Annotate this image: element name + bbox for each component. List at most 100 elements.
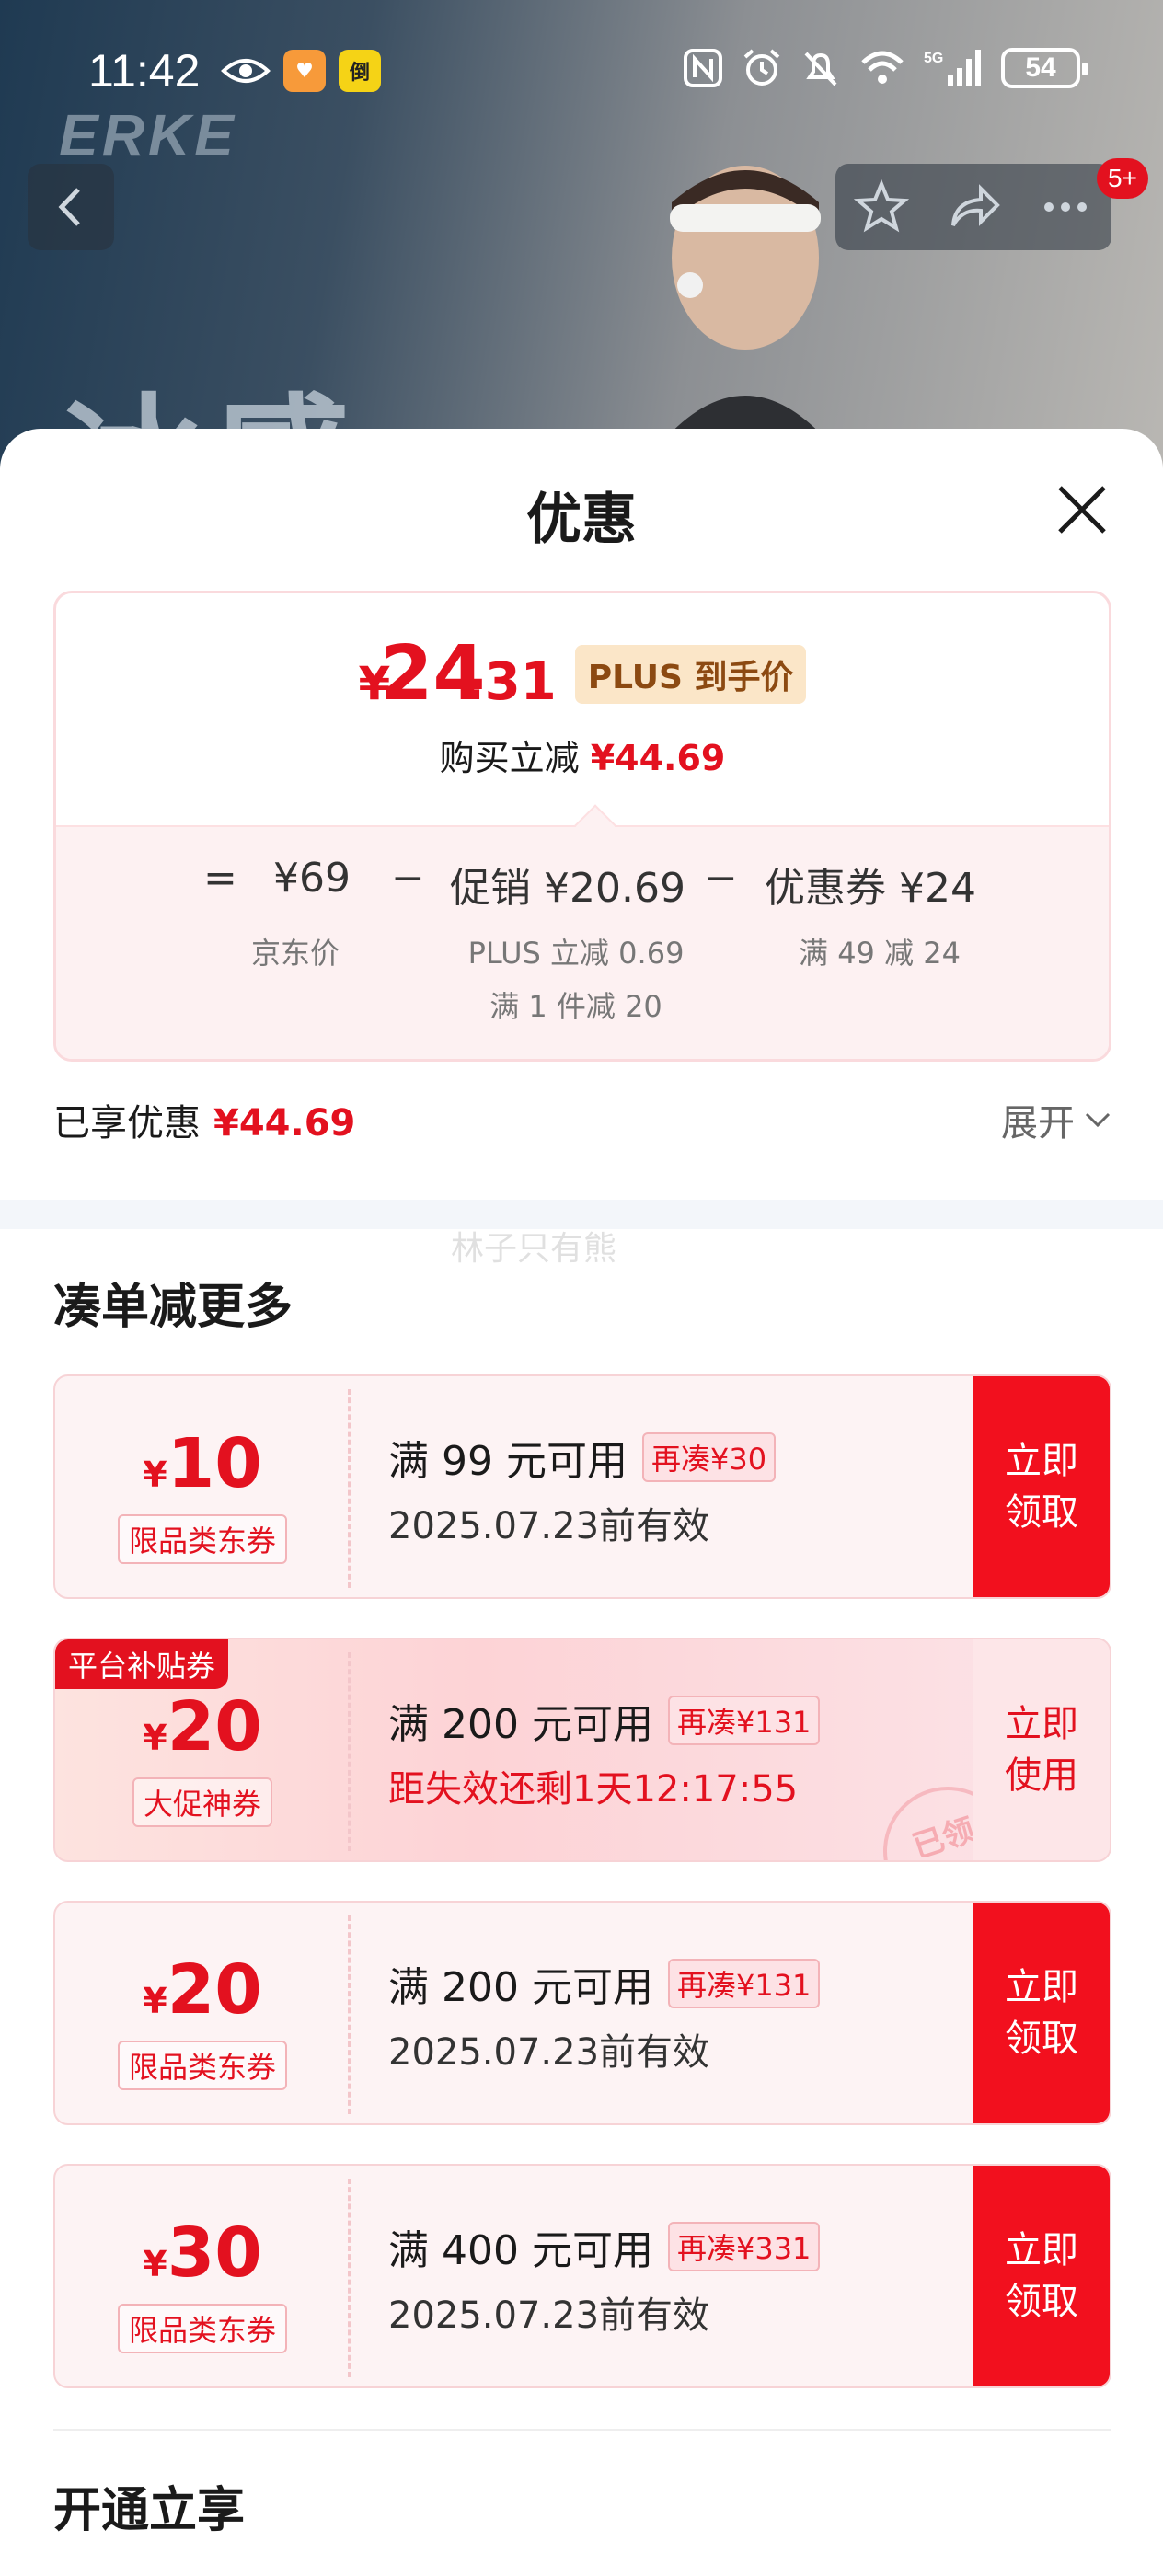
- discount-sheet: 优惠 ¥ 24.31 PLUS 到手价 购买立减 ¥44.69 = ¥69 − …: [0, 429, 1163, 2576]
- claim-button-line1: 立即: [1005, 1966, 1078, 2008]
- use-button[interactable]: 立即 使用: [973, 1639, 1110, 1860]
- use-button-line1: 立即: [1005, 1703, 1078, 1745]
- coupon-amount: ¥10: [55, 1424, 350, 1503]
- coupon-separator: [348, 2179, 351, 2377]
- claim-button[interactable]: 立即 领取: [973, 1376, 1110, 1597]
- coupon-condition-text: 满 200 元可用: [388, 1701, 653, 1748]
- coupon-type: 限品类东券: [55, 1514, 350, 1564]
- coupon-condition: 满 200 元可用 再凑¥131: [388, 1691, 821, 1750]
- coupon-type-label: 限品类东券: [117, 2041, 287, 2090]
- coupon-value: ¥30 限品类东券: [55, 2166, 350, 2386]
- expand-label: 展开: [1001, 1102, 1075, 1144]
- coupon-value: ¥20 大促神券: [55, 1639, 350, 1860]
- formula-minus: −: [391, 855, 425, 902]
- final-price: ¥ 24.31 PLUS 到手价: [56, 630, 1109, 718]
- coupon-type-label: 限品类东券: [117, 2304, 287, 2353]
- use-button-line2: 使用: [1005, 1754, 1078, 1797]
- svg-text:5G: 5G: [924, 51, 943, 66]
- coupon-amount-number: 10: [167, 1424, 262, 1503]
- coupon-card: ¥10 限品类东券 满 99 元可用 再凑¥30 2025.07.23前有效 立即…: [53, 1374, 1111, 1599]
- nfc-icon: [684, 49, 722, 87]
- coupon-amount: ¥30: [55, 2214, 350, 2293]
- coupon-currency: ¥: [143, 1455, 167, 1495]
- nav-actions: [835, 164, 1111, 250]
- coupon-amount: 优惠券 ¥24: [765, 865, 976, 912]
- claim-button-line2: 领取: [1005, 2281, 1078, 2323]
- coupon-condition: 满 99 元可用 再凑¥30: [388, 1428, 777, 1487]
- app-badge-icon: 倒: [339, 50, 381, 92]
- coupon-amount-number: 20: [167, 1950, 262, 2030]
- close-icon[interactable]: [1054, 482, 1110, 537]
- more-icon[interactable]: [1038, 179, 1093, 235]
- promo-amount: 促销 ¥20.69: [450, 865, 685, 912]
- app-heart-icon: ♥: [283, 50, 326, 92]
- coupon-type-label: 限品类东券: [117, 1514, 287, 1564]
- coupon-value: ¥20 限品类东券: [55, 1903, 350, 2123]
- coupon-type-label: 大促神券: [132, 1777, 272, 1827]
- claim-button-line1: 立即: [1005, 1440, 1078, 1482]
- eye-icon: [221, 59, 271, 83]
- claim-button-line1: 立即: [1005, 2229, 1078, 2271]
- claim-button[interactable]: 立即 领取: [973, 1903, 1110, 2123]
- coupon-note: 满 49 减 24: [799, 936, 961, 971]
- share-icon[interactable]: [946, 179, 1001, 235]
- enjoyed-value: ¥44.69: [213, 1102, 356, 1144]
- coupon-condition: 满 200 元可用 再凑¥131: [388, 1954, 821, 2013]
- watermark-text: 林子只有熊: [451, 1230, 617, 1268]
- coupon-condition-text: 满 200 元可用: [388, 1964, 653, 2011]
- reduction-value: ¥44.69: [590, 738, 726, 778]
- coupon-amount: ¥20: [55, 1950, 350, 2030]
- coupon-currency: ¥: [143, 1718, 167, 1758]
- coupon-separator: [348, 1652, 351, 1851]
- coupon-condition: 满 400 元可用 再凑¥331: [388, 2217, 821, 2276]
- price-decimal: .31: [465, 652, 557, 712]
- chevron-down-icon: [1085, 1112, 1111, 1128]
- divider: [53, 2429, 1111, 2431]
- coupon-value: ¥10 限品类东券: [55, 1376, 350, 1597]
- claim-button[interactable]: 立即 领取: [973, 2166, 1110, 2386]
- coupon-currency: ¥: [143, 1981, 167, 2021]
- coupon-validity: 2025.07.23前有效: [388, 2294, 710, 2337]
- coupon-details: 满 400 元可用 再凑¥331 2025.07.23前有效: [388, 2217, 821, 2339]
- alarm-icon: [743, 49, 780, 86]
- formula-minus: −: [704, 855, 738, 902]
- expand-button[interactable]: 展开: [1001, 1093, 1111, 1146]
- coupon-type: 大促神券: [55, 1777, 350, 1827]
- signal-icon: 5G: [924, 50, 981, 86]
- more-needed-tag: 再凑¥331: [667, 2222, 821, 2271]
- coupon-validity: 2025.07.23前有效: [388, 1505, 710, 1547]
- section-title-open: 开通立享: [53, 2483, 246, 2538]
- reduction-label: 购买立减: [439, 738, 580, 778]
- notification-badge: 5+: [1097, 158, 1148, 199]
- coupon-condition-text: 满 99 元可用: [388, 1438, 628, 1485]
- plus-price-tag: PLUS 到手价: [574, 644, 807, 704]
- coupon-amount: ¥20: [55, 1687, 350, 1766]
- battery-indicator: 54: [1001, 48, 1088, 88]
- model-photo: [662, 166, 828, 442]
- coupon-details: 满 200 元可用 再凑¥131 2025.07.23前有效: [388, 1954, 821, 2076]
- coupon-countdown: 距失效还剩1天12:17:55: [388, 1768, 799, 1811]
- section-title-more: 凑单减更多: [53, 1280, 294, 1335]
- coupon-details: 满 200 元可用 再凑¥131 距失效还剩1天12:17:55: [388, 1691, 821, 1812]
- claim-button-line2: 领取: [1005, 2018, 1078, 2060]
- coupon-separator: [348, 1915, 351, 2114]
- jd-price-note: 京东价: [250, 936, 340, 971]
- more-needed-tag: 再凑¥131: [667, 1696, 821, 1745]
- coupon-card: ¥30 限品类东券 满 400 元可用 再凑¥331 2025.07.23前有效 …: [53, 2164, 1111, 2388]
- jd-price: ¥69: [273, 855, 351, 902]
- coupon-currency: ¥: [143, 2244, 167, 2284]
- reduction-line: 购买立减 ¥44.69: [56, 730, 1109, 780]
- back-button[interactable]: [28, 164, 114, 250]
- star-icon[interactable]: [854, 179, 909, 235]
- price-breakdown-card: ¥ 24.31 PLUS 到手价 购买立减 ¥44.69 = ¥69 − 促销 …: [53, 591, 1111, 1062]
- coupon-condition-text: 满 400 元可用: [388, 2227, 653, 2274]
- status-bar: 11:42 ♥ 倒 5G 54: [0, 0, 1163, 147]
- coupon-amount-number: 30: [167, 2214, 262, 2293]
- price-formula-section: = ¥69 − 促销 ¥20.69 − 优惠券 ¥24 京东价 PLUS 立减 …: [56, 825, 1109, 1059]
- promo-note-full: 满 1 件减 20: [489, 989, 662, 1024]
- claim-button-line2: 领取: [1005, 1491, 1078, 1534]
- mute-bell-icon: [804, 52, 837, 86]
- coupon-amount-number: 20: [167, 1687, 262, 1766]
- coupon-validity: 2025.07.23前有效: [388, 2031, 710, 2074]
- sheet-title: 优惠: [526, 488, 637, 552]
